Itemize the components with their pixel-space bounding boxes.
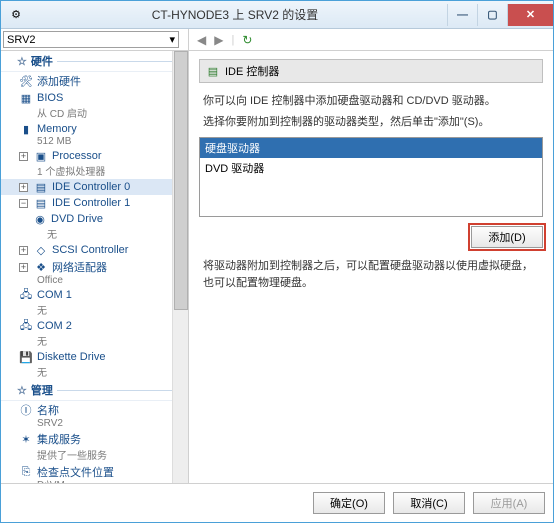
vm-selector-value: SRV2 — [7, 34, 36, 46]
list-item-hdd[interactable]: 硬盘驱动器 — [200, 138, 542, 158]
management-section-header: ☆管理 — [1, 380, 188, 401]
sidebar-item-bios[interactable]: ▦BIOS 从 CD 启动 — [1, 90, 188, 121]
name-icon: Ⓘ — [19, 403, 33, 417]
checkpoint-icon: ⎘ — [19, 465, 33, 479]
com-port-icon: 🖧 — [19, 319, 33, 333]
sidebar-item-dvd-drive[interactable]: ◉DVD Drive 无 — [1, 211, 188, 242]
dialog-footer: 确定(O) 取消(C) 应用(A) — [1, 483, 553, 522]
settings-icon: ⚙ — [9, 8, 23, 22]
minimize-button[interactable]: — — [447, 4, 477, 26]
panel-title: ▤ IDE 控制器 — [199, 59, 543, 83]
sidebar-item-checkpoint[interactable]: ⎘检查点文件位置 D:\VM — [1, 463, 188, 483]
expand-icon[interactable]: + — [19, 183, 28, 192]
maximize-button[interactable]: ▢ — [477, 4, 507, 26]
panel-description-2: 选择你要附加到控制器的驱动器类型，然后单击"添加"(S)。 — [203, 114, 539, 131]
list-item-dvd[interactable]: DVD 驱动器 — [200, 158, 542, 178]
panel-note: 将驱动器附加到控制器之后，可以配置硬盘驱动器以使用虚拟硬盘，也可以配置物理硬盘。 — [203, 258, 539, 292]
network-icon: ❖ — [34, 260, 48, 274]
sidebar-item-processor[interactable]: +▣Processor 1 个虚拟处理器 — [1, 148, 188, 179]
toolbar: SRV2 ▾ ◀ ▶ | ↻ — [1, 29, 553, 51]
window-title: CT-HYNODE3 上 SRV2 的设置 — [23, 6, 447, 23]
nav-forward-icon[interactable]: ▶ — [214, 33, 223, 47]
processor-icon: ▣ — [34, 149, 48, 163]
sidebar-item-ide0[interactable]: +▤IDE Controller 0 — [1, 179, 188, 195]
panel-description-1: 你可以向 IDE 控制器中添加硬盘驱动器和 CD/DVD 驱动器。 — [203, 93, 539, 110]
titlebar: ⚙ CT-HYNODE3 上 SRV2 的设置 — ▢ ✕ — [1, 1, 553, 29]
sidebar-item-ide1[interactable]: −▤IDE Controller 1 — [1, 195, 188, 211]
com-port-icon: 🖧 — [19, 288, 33, 302]
integration-icon: ✶ — [19, 432, 33, 446]
drive-type-listbox[interactable]: 硬盘驱动器 DVD 驱动器 — [199, 137, 543, 217]
ok-button[interactable]: 确定(O) — [313, 492, 385, 514]
sidebar-item-name[interactable]: Ⓘ名称 SRV2 — [1, 401, 188, 430]
controller-icon: ▤ — [34, 180, 48, 194]
sidebar-scrollbar[interactable] — [172, 51, 188, 483]
expand-icon[interactable]: + — [19, 263, 28, 272]
sidebar: ☆硬件 🛠添加硬件 ▦BIOS 从 CD 启动 ▮Memory 512 MB +… — [1, 51, 189, 483]
nav-back-icon[interactable]: ◀ — [197, 33, 206, 47]
main-panel: ▤ IDE 控制器 你可以向 IDE 控制器中添加硬盘驱动器和 CD/DVD 驱… — [189, 51, 553, 483]
collapse-icon[interactable]: − — [19, 199, 28, 208]
apply-button[interactable]: 应用(A) — [473, 492, 545, 514]
dvd-icon: ◉ — [33, 212, 47, 226]
controller-icon: ▤ — [34, 196, 48, 210]
chevron-down-icon: ▾ — [169, 33, 175, 46]
cancel-button[interactable]: 取消(C) — [393, 492, 465, 514]
add-hardware-icon: 🛠 — [19, 74, 33, 88]
add-button[interactable]: 添加(D) — [471, 226, 543, 248]
memory-icon: ▮ — [19, 122, 33, 136]
sidebar-item-scsi[interactable]: +◇SCSI Controller — [1, 242, 188, 258]
sidebar-item-network-adapter[interactable]: +❖网络适配器 Office — [1, 258, 188, 287]
hardware-section-header: ☆硬件 — [1, 51, 188, 72]
sidebar-item-memory[interactable]: ▮Memory 512 MB — [1, 121, 188, 148]
expand-icon[interactable]: + — [19, 246, 28, 255]
close-button[interactable]: ✕ — [507, 4, 553, 26]
sidebar-item-diskette[interactable]: 💾Diskette Drive 无 — [1, 349, 188, 380]
scsi-icon: ◇ — [34, 243, 48, 257]
sidebar-item-integration[interactable]: ✶集成服务 提供了一些服务 — [1, 430, 188, 463]
bios-icon: ▦ — [19, 91, 33, 105]
controller-icon: ▤ — [206, 64, 220, 78]
sidebar-item-add-hardware[interactable]: 🛠添加硬件 — [1, 72, 188, 90]
vm-selector-dropdown[interactable]: SRV2 ▾ — [3, 31, 179, 48]
refresh-icon[interactable]: ↻ — [242, 33, 252, 47]
diskette-icon: 💾 — [19, 350, 33, 364]
sidebar-item-com1[interactable]: 🖧COM 1 无 — [1, 287, 188, 318]
expand-icon[interactable]: + — [19, 152, 28, 161]
sidebar-item-com2[interactable]: 🖧COM 2 无 — [1, 318, 188, 349]
